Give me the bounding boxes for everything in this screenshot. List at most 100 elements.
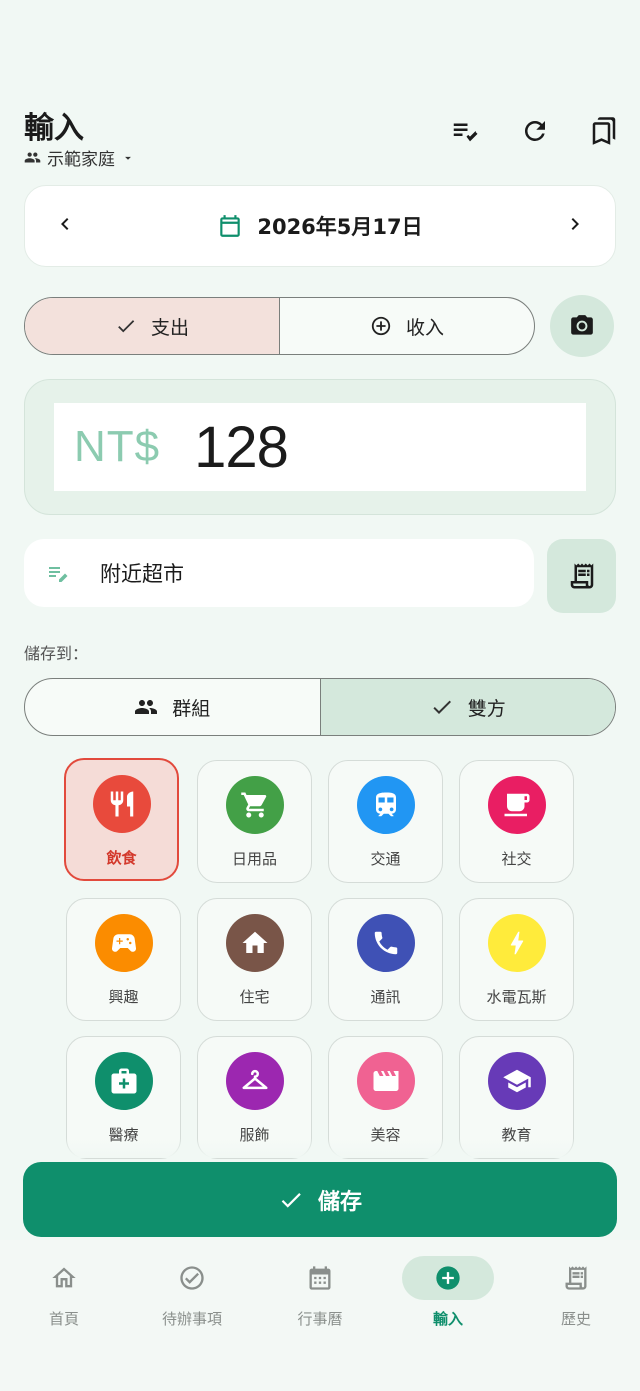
group-option[interactable]: 群組: [25, 679, 321, 735]
nav-label: 首頁: [48, 1310, 79, 1328]
edit-list-icon[interactable]: [448, 114, 482, 148]
save-button[interactable]: 儲存: [23, 1162, 617, 1237]
nav-label: 輸入: [432, 1310, 463, 1328]
type-toggle: 支出 收入: [24, 297, 535, 355]
clapper-icon: [373, 1071, 398, 1091]
date-display[interactable]: 2026年5月17日: [217, 211, 423, 241]
chevron-left-icon: [61, 218, 69, 230]
income-option[interactable]: 收入: [280, 298, 534, 354]
household-name: 示範家庭: [47, 150, 115, 170]
scroll-fade: [0, 1138, 640, 1158]
date-selector: 2026年5月17日: [24, 185, 616, 267]
category-label: 交通: [370, 850, 401, 868]
refresh-icon[interactable]: [518, 114, 552, 148]
category-icon-circle: [356, 1052, 415, 1110]
expense-option[interactable]: 支出: [25, 298, 280, 354]
nav-label: 行事曆: [297, 1310, 343, 1328]
phone-icon: [374, 931, 397, 955]
category-icon-circle: [225, 776, 284, 834]
receipt-long-icon: [570, 563, 593, 589]
category-icon-circle: [487, 1052, 546, 1110]
hanger-icon: [242, 1069, 267, 1090]
category-icon-circle: [94, 1052, 153, 1110]
category-label: 社交: [501, 850, 532, 868]
camera-button[interactable]: [550, 295, 614, 357]
household-selector[interactable]: 示範家庭: [24, 145, 135, 170]
category-utilities[interactable]: 水電瓦斯: [459, 898, 574, 1021]
people-icon: [24, 152, 41, 163]
calendar-icon: [309, 1266, 331, 1290]
prev-date-button[interactable]: [53, 212, 77, 240]
category-label: 飲食: [106, 849, 137, 867]
home-outline-icon: [52, 1267, 76, 1288]
page-title: 輸入: [24, 111, 84, 146]
amount-value: 128: [194, 414, 289, 480]
train-icon: [375, 792, 396, 817]
category-icon-circle: [356, 914, 415, 972]
coffee-icon: [504, 793, 529, 817]
amount-input[interactable]: NT$ 128: [54, 403, 586, 491]
note-edit-icon: [49, 567, 68, 582]
category-label: 水電瓦斯: [486, 988, 547, 1006]
gamepad-icon: [111, 934, 136, 952]
category-icon-circle: [487, 914, 546, 972]
category-label: 住宅: [239, 988, 270, 1006]
chevron-right-icon: [571, 218, 579, 230]
both-label: 雙方: [467, 697, 506, 720]
nav-calendar[interactable]: 行事曆: [260, 1256, 380, 1329]
add-circle-icon: [436, 1266, 460, 1290]
save-target-toggle: 群組 雙方: [24, 678, 616, 736]
note-input[interactable]: 附近超市: [24, 539, 534, 607]
category-daily-goods[interactable]: 日用品: [197, 760, 312, 883]
date-text: 2026年5月17日: [257, 215, 423, 239]
check-icon: [118, 320, 135, 333]
check-icon: [281, 1192, 301, 1208]
category-icon-circle: [487, 776, 546, 834]
category-icon-circle: [225, 914, 284, 972]
camera-icon: [571, 315, 593, 335]
nav-home[interactable]: 首頁: [4, 1256, 124, 1329]
currency-symbol: NT$: [74, 422, 161, 471]
note-text: 附近超市: [100, 562, 184, 586]
cart-icon: [240, 792, 266, 818]
category-social[interactable]: 社交: [459, 760, 574, 883]
calendar-icon: [220, 215, 241, 237]
receipt-icon: [565, 1266, 587, 1290]
receipt-button[interactable]: [547, 539, 616, 613]
restaurant-icon: [110, 791, 133, 817]
nav-label: 待辦事項: [161, 1310, 222, 1328]
category-label: 通訊: [370, 988, 401, 1006]
save-label: 儲存: [317, 1189, 362, 1215]
people-icon: [135, 700, 158, 714]
category-label: 日用品: [231, 850, 277, 868]
next-date-button[interactable]: [563, 212, 587, 240]
category-icon-circle: [92, 775, 151, 833]
medical-kit-icon: [111, 1068, 136, 1094]
nav-history[interactable]: 歷史: [516, 1256, 636, 1329]
category-food[interactable]: 飲食: [64, 758, 179, 881]
graduation-cap-icon: [502, 1069, 531, 1093]
nav-todo[interactable]: 待辦事項: [132, 1256, 252, 1329]
income-label: 收入: [405, 316, 444, 339]
bolt-icon: [510, 931, 523, 955]
dropdown-arrow-icon: [125, 156, 131, 160]
nav-input[interactable]: 輸入: [388, 1256, 508, 1329]
category-icon-circle: [94, 914, 153, 972]
both-option[interactable]: 雙方: [320, 679, 615, 735]
category-transport[interactable]: 交通: [328, 760, 443, 883]
category-icon-circle: [356, 776, 415, 834]
group-label: 群組: [172, 697, 211, 720]
nav-label: 歷史: [560, 1310, 591, 1328]
category-hobby[interactable]: 興趣: [66, 898, 181, 1021]
check-circle-icon: [180, 1266, 204, 1290]
home-icon: [242, 931, 267, 953]
add-circle-outline-icon: [371, 316, 391, 336]
category-telecom[interactable]: 通訊: [328, 898, 443, 1021]
check-icon: [433, 700, 451, 714]
save-to-label: 儲存到：: [24, 644, 89, 663]
category-icon-circle: [225, 1052, 284, 1110]
expense-label: 支出: [150, 316, 189, 339]
category-housing[interactable]: 住宅: [197, 898, 312, 1021]
bookmarks-icon[interactable]: [587, 114, 621, 148]
category-label: 興趣: [108, 988, 139, 1006]
